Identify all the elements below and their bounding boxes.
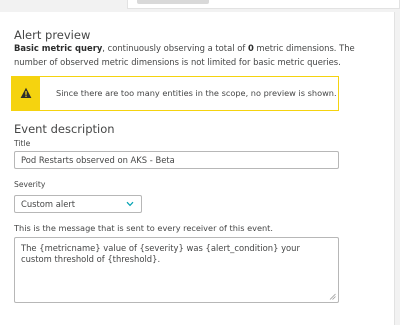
message-text: The {metricname} value of {severity} was… (21, 243, 300, 264)
preview-description: Basic metric query, continuously observi… (14, 41, 384, 69)
message-textarea[interactable]: The {metricname} value of {severity} was… (14, 237, 339, 303)
event-description-heading: Event description (14, 122, 115, 136)
alert-settings-panel: Alert preview Basic metric query, contin… (0, 12, 395, 325)
severity-select[interactable]: Custom alert (14, 195, 142, 213)
query-type: Basic metric query (14, 43, 103, 53)
chevron-down-icon (126, 201, 134, 207)
warning-triangle-icon (20, 87, 32, 98)
message-help-text: This is the message that is sent to ever… (14, 223, 273, 233)
severity-selected-value: Custom alert (21, 199, 76, 209)
preview-warning-banner: Since there are too many entities in the… (11, 76, 339, 111)
resize-grip-icon[interactable] (329, 293, 336, 300)
preview-text-a: , continuously observing a total of (102, 43, 248, 53)
severity-label: Severity (14, 180, 46, 189)
alert-preview-heading: Alert preview (14, 28, 91, 42)
warning-stripe (12, 77, 40, 110)
title-input[interactable]: Pod Restarts observed on AKS - Beta (14, 151, 339, 169)
previous-section-card (127, 0, 400, 9)
previous-section-button-stub[interactable] (137, 0, 209, 4)
warning-message: Since there are too many entities in the… (56, 88, 337, 98)
title-label: Title (14, 139, 31, 148)
